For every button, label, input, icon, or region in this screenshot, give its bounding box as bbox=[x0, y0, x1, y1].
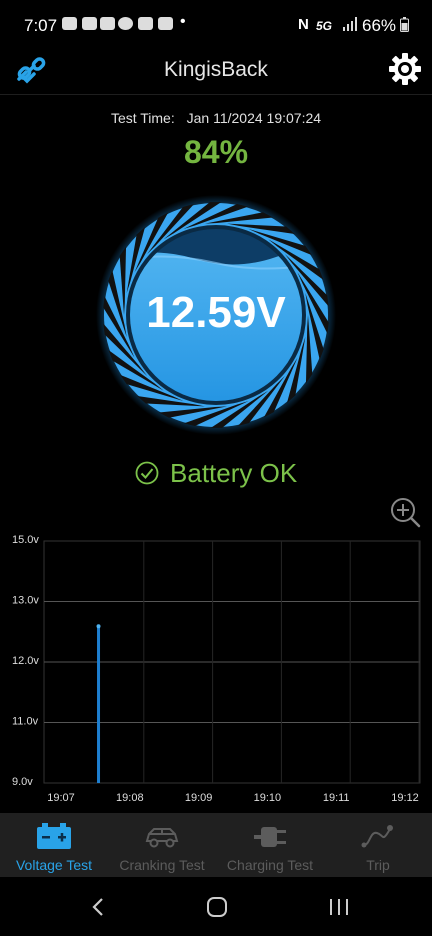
x-tick-label: 19:10 bbox=[254, 792, 282, 804]
tab-charging-test[interactable]: Charging Test bbox=[216, 813, 324, 877]
x-tick-label: 19:07 bbox=[47, 792, 75, 804]
x-tick-label: 19:11 bbox=[323, 792, 350, 804]
plug-icon bbox=[254, 827, 286, 847]
tab-trip[interactable]: Trip bbox=[324, 813, 432, 877]
network-type: 5G bbox=[316, 19, 333, 33]
notification-dot-icon: • bbox=[180, 13, 186, 30]
battery-percentage: 84% bbox=[183, 134, 249, 170]
battery-percent: 66% bbox=[362, 16, 397, 35]
test-time-value: Jan 11/2024 19:07:24 bbox=[186, 110, 322, 126]
gear-icon[interactable] bbox=[388, 52, 422, 86]
tab-charging-test-label: Charging Test bbox=[226, 857, 314, 873]
battery-status-label: Battery OK bbox=[170, 458, 298, 488]
route-icon bbox=[361, 825, 393, 848]
cloud-icon bbox=[138, 17, 153, 30]
check-circle-icon bbox=[135, 461, 159, 485]
app-title: KingisBack bbox=[164, 58, 268, 81]
bottom-nav: Voltage Test Cranking Test Charging Test… bbox=[0, 813, 432, 877]
x-tick-label: 19:12 bbox=[391, 792, 419, 804]
voltage-chart: 15.0v 13.0v 12.0v 11.0v 9.0v 19:07 19:08 19:09… bbox=[12, 534, 421, 804]
mail-icon bbox=[82, 17, 97, 30]
zoom-in-icon[interactable] bbox=[389, 496, 421, 528]
nfc-icon: N bbox=[298, 16, 309, 33]
back-icon[interactable] bbox=[88, 896, 108, 918]
x-tick-label: 19:08 bbox=[116, 792, 144, 804]
data-point bbox=[96, 624, 101, 629]
system-nav-bar bbox=[0, 877, 432, 936]
tab-trip-label: Trip bbox=[366, 857, 390, 873]
mail-icon bbox=[100, 17, 115, 30]
y-tick-label: 15.0v bbox=[12, 534, 39, 546]
x-tick-label: 19:09 bbox=[185, 792, 213, 804]
youtube-icon bbox=[62, 17, 77, 30]
voltage-reading: 12.59V bbox=[146, 288, 286, 337]
app-header: KingisBack bbox=[0, 50, 432, 95]
car-icon bbox=[145, 828, 179, 848]
tab-cranking-test-label: Cranking Test bbox=[119, 857, 205, 873]
test-time-label: Test Time: bbox=[110, 110, 175, 126]
y-tick-label: 12.0v bbox=[12, 655, 39, 667]
y-tick-label: 13.0v bbox=[12, 595, 39, 607]
navigation-icon bbox=[118, 17, 133, 30]
battery-status: Battery OK bbox=[0, 458, 432, 489]
signal-icon bbox=[343, 17, 357, 31]
y-tick-label: 9.0v bbox=[12, 776, 33, 788]
status-time: 7:07 bbox=[24, 16, 58, 35]
battery-status-icon bbox=[400, 17, 409, 32]
status-bar: 7:07 • N 5G 66% bbox=[0, 0, 432, 50]
recent-apps-icon[interactable] bbox=[328, 897, 350, 917]
battery-icon bbox=[37, 823, 71, 849]
image-icon bbox=[158, 17, 173, 30]
tab-cranking-test[interactable]: Cranking Test bbox=[108, 813, 216, 877]
test-time: Test Time: Jan 11/2024 19:07:24 bbox=[0, 110, 432, 126]
home-icon[interactable] bbox=[206, 896, 228, 918]
tab-voltage-test-label: Voltage Test bbox=[15, 857, 93, 873]
tab-voltage-test[interactable]: Voltage Test bbox=[0, 813, 108, 877]
y-tick-label: 11.0v bbox=[12, 716, 39, 728]
